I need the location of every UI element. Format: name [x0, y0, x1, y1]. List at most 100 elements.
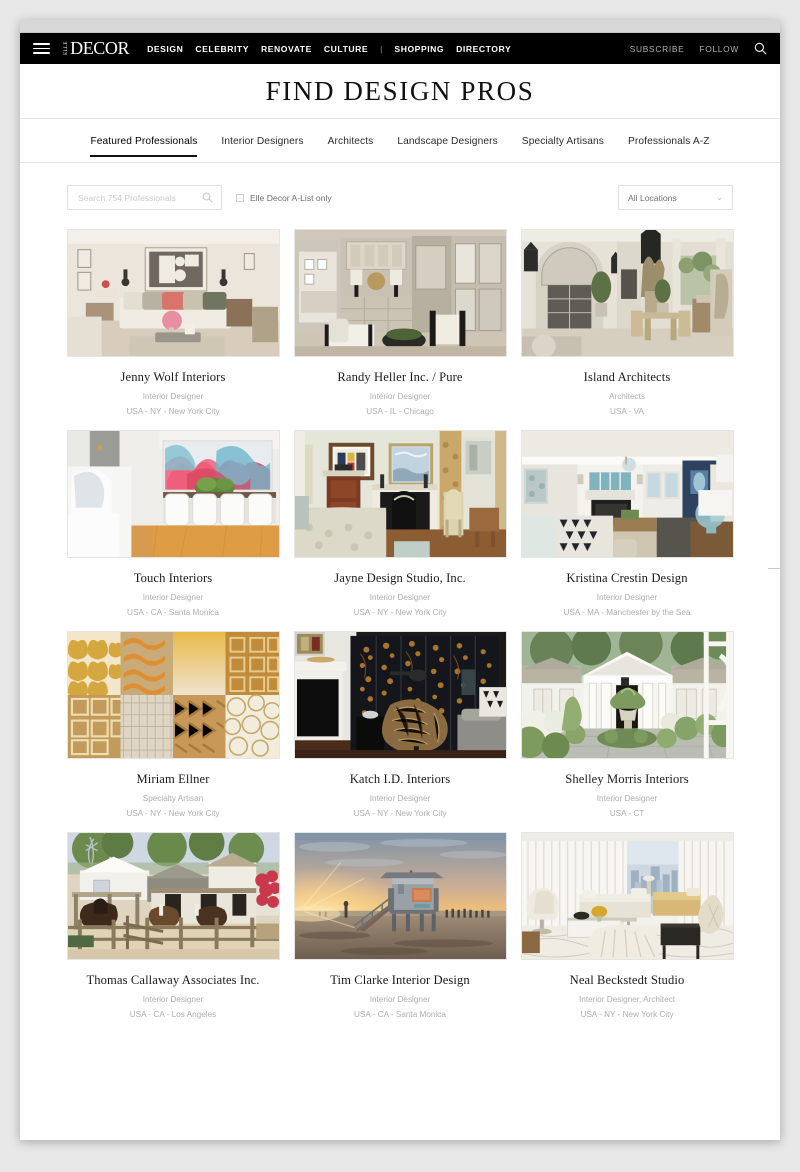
follow-link[interactable]: FOLLOW [699, 44, 739, 54]
white-penthouse-living-image[interactable] [520, 832, 734, 961]
professional-name: Kristina Crestin Design [566, 571, 688, 586]
professional-name: Tim Clarke Interior Design [330, 973, 470, 988]
nav-link-directory[interactable]: DIRECTORY [456, 44, 511, 54]
search-icon[interactable] [754, 42, 767, 55]
professional-location: USA - IL - Chicago [366, 407, 434, 417]
scroll-indicator[interactable] [768, 568, 780, 569]
professional-location: USA - VA [610, 407, 644, 417]
location-select[interactable]: All Locations ⌄ [618, 185, 733, 210]
professional-role: Interior Designer [596, 794, 658, 804]
professional-role: Interior Designer [142, 392, 204, 402]
search-input[interactable] [76, 191, 202, 204]
professional-role: Interior Designer [369, 794, 431, 804]
location-select-value: All Locations [628, 192, 677, 203]
a-list-filter[interactable]: Elle Decor A-List only [236, 193, 332, 203]
browser-window: ELLE DECOR DESIGN CELEBRITY RENOVATE CUL… [20, 20, 780, 1140]
tab-interior-designers[interactable]: Interior Designers [221, 124, 303, 159]
professional-name: Island Architects [583, 370, 671, 384]
covered-porch-image[interactable] [520, 229, 734, 357]
nav-divider: | [380, 43, 383, 54]
professional-location: USA - CA - Santa Monica [354, 1010, 446, 1020]
nav-link-renovate[interactable]: RENOVATE [261, 44, 312, 54]
professional-role: Interior Designer [596, 593, 658, 603]
browser-chrome-bar [20, 20, 780, 33]
professional-role: Architects [609, 392, 645, 402]
professional-location: USA - NY - New York City [580, 1010, 674, 1020]
professional-role: Specialty Artisan [142, 794, 204, 804]
professional-card[interactable]: Touch Interiors Interior Designer USA - … [66, 430, 280, 618]
category-tabs: Featured Professionals Interior Designer… [20, 119, 780, 163]
nav-link-design[interactable]: DESIGN [147, 44, 183, 54]
nav-link-celebrity[interactable]: CELEBRITY [195, 44, 249, 54]
bedroom-fireplace-image[interactable] [293, 430, 507, 559]
site-logo[interactable]: ELLE DECOR [63, 38, 130, 58]
coastal-living-room-image[interactable] [520, 430, 734, 559]
professional-name: Miriam Ellner [136, 772, 210, 787]
professional-location: USA - NY - New York City [126, 809, 220, 819]
page-hero: FIND DESIGN PROS [20, 64, 780, 119]
professional-location: USA - CA - Los Angeles [129, 1010, 217, 1020]
lacquer-screen-fur-chaise-image[interactable] [293, 631, 507, 760]
search-icon[interactable] [202, 192, 213, 203]
professional-card[interactable]: Miriam Ellner Specialty Artisan USA - NY… [66, 631, 280, 819]
professional-location: USA - CT [609, 809, 645, 819]
professional-name: Randy Heller Inc. / Pure [337, 370, 463, 384]
professional-role: Interior Designer [142, 995, 204, 1005]
filter-bar: Elle Decor A-List only All Locations ⌄ [20, 163, 780, 210]
professional-role: Interior Designer [369, 995, 431, 1005]
tab-specialty-artisans[interactable]: Specialty Artisans [522, 124, 604, 159]
professional-location: USA - MA - Manchester by the Sea [563, 608, 691, 618]
nav-utility-links: SUBSCRIBE FOLLOW [630, 42, 767, 55]
professional-card[interactable]: Jayne Design Studio, Inc. Interior Desig… [293, 430, 507, 618]
a-list-checkbox[interactable] [236, 193, 244, 202]
chevron-down-icon: ⌄ [716, 193, 723, 202]
professional-card[interactable]: Kristina Crestin Design Interior Designe… [520, 430, 734, 618]
site-top-nav: ELLE DECOR DESIGN CELEBRITY RENOVATE CUL… [20, 33, 780, 64]
professional-card[interactable]: Jenny Wolf Interiors Interior Designer U… [66, 229, 280, 417]
tab-landscape-designers[interactable]: Landscape Designers [397, 124, 497, 159]
professional-role: Interior Designer [369, 392, 431, 402]
professional-name: Thomas Callaway Associates Inc. [86, 973, 260, 988]
professionals-grid: Jenny Wolf Interiors Interior Designer U… [20, 210, 780, 1039]
professional-location: USA - NY - New York City [353, 809, 447, 819]
white-portico-garden-image[interactable] [520, 631, 734, 760]
professional-name: Neal Beckstedt Studio [569, 973, 685, 988]
professional-card[interactable]: Tim Clarke Interior Design Interior Desi… [293, 832, 507, 1020]
professional-card[interactable]: Katch I.D. Interiors Interior Designer U… [293, 631, 507, 819]
professional-card[interactable]: Randy Heller Inc. / Pure Interior Design… [293, 229, 507, 417]
professional-name: Jayne Design Studio, Inc. [334, 571, 466, 586]
primary-nav-links: DESIGN CELEBRITY RENOVATE CULTURE | SHOP… [147, 44, 511, 54]
professional-role: Interior Designer [369, 593, 431, 603]
tab-featured-professionals[interactable]: Featured Professionals [90, 124, 198, 159]
professional-card[interactable]: Island Architects Architects USA - VA [520, 229, 734, 417]
tab-architects[interactable]: Architects [328, 124, 374, 159]
gold-textile-swatches-image[interactable] [66, 631, 280, 760]
beige-living-room-image[interactable] [66, 229, 280, 357]
professional-name: Touch Interiors [133, 571, 213, 586]
professional-card[interactable]: Neal Beckstedt Studio Interior Designer,… [520, 832, 734, 1020]
professional-name: Katch I.D. Interiors [349, 772, 451, 787]
professional-location: USA - NY - New York City [353, 608, 447, 618]
abstract-art-dining-image[interactable] [66, 430, 280, 559]
professional-location: USA - CA - Santa Monica [127, 608, 219, 618]
hamburger-icon[interactable] [33, 43, 50, 54]
nav-link-shopping[interactable]: SHOPPING [394, 44, 444, 54]
logo-decor-text: DECOR [70, 38, 130, 58]
professional-card[interactable]: Shelley Morris Interiors Interior Design… [520, 631, 734, 819]
nav-link-culture[interactable]: CULTURE [324, 44, 368, 54]
professional-card[interactable]: Thomas Callaway Associates Inc. Interior… [66, 832, 280, 1020]
subscribe-link[interactable]: SUBSCRIBE [630, 44, 685, 54]
page-title: FIND DESIGN PROS [265, 75, 535, 106]
ranch-stables-image[interactable] [66, 832, 280, 961]
a-list-checkbox-label: Elle Decor A-List only [250, 192, 332, 203]
professional-role: Interior Designer, Architect [578, 995, 676, 1005]
professional-role: Interior Designer [142, 593, 204, 603]
search-field-wrapper[interactable] [67, 185, 222, 210]
tab-professionals-a-z[interactable]: Professionals A-Z [628, 124, 710, 159]
beach-lifeguard-sunset-image[interactable] [293, 832, 507, 961]
logo-elle-text: ELLE [63, 41, 69, 56]
greige-dressing-room-image[interactable] [293, 229, 507, 357]
professional-location: USA - NY - New York City [126, 407, 220, 417]
professional-name: Shelley Morris Interiors [565, 772, 689, 787]
professional-name: Jenny Wolf Interiors [120, 370, 226, 384]
